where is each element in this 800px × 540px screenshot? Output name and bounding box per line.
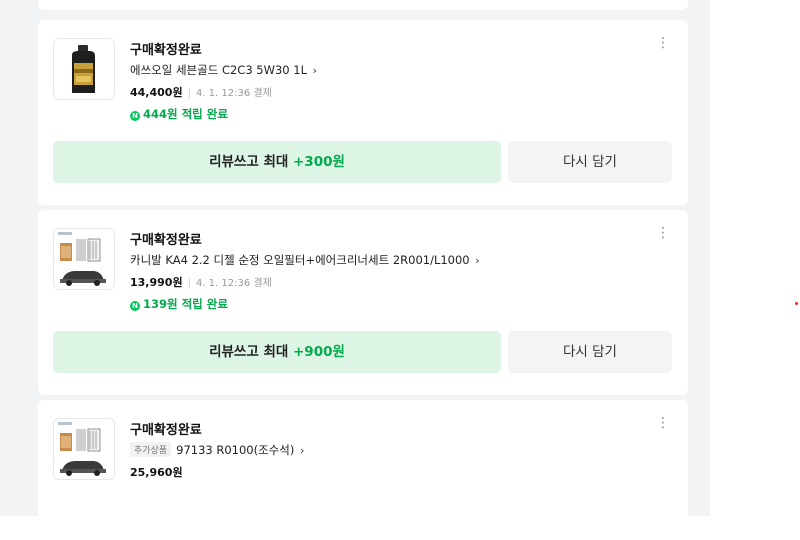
add-to-cart-again-button[interactable]: 다시 담기 [508, 331, 672, 373]
review-label: 리뷰쓰고 최대 [209, 154, 293, 170]
write-review-button[interactable]: 리뷰쓰고 최대 +900원 [53, 331, 501, 373]
naver-point-icon: N [130, 301, 140, 311]
order-status: 구매확정완료 [130, 43, 202, 58]
indicator-dot [795, 302, 798, 305]
naver-point-icon: N [130, 111, 140, 121]
price-line: 25,960원 [130, 464, 183, 480]
point-text: 444원 적립 완료 [143, 107, 228, 121]
more-options-icon[interactable]: ⋮ [656, 226, 670, 240]
review-bonus: +300원 [293, 154, 345, 170]
product-price: 13,990원 [130, 276, 183, 289]
product-price: 25,960원 [130, 466, 183, 479]
review-label: 리뷰쓰고 최대 [209, 344, 293, 360]
product-thumbnail[interactable] [53, 418, 115, 480]
payment-date: 4. 1. 12:36 결제 [195, 278, 272, 289]
product-price: 44,400원 [130, 86, 183, 99]
point-text: 139원 적립 완료 [143, 297, 228, 311]
write-review-button[interactable]: 리뷰쓰고 최대 +300원 [53, 141, 501, 183]
point-earned: N 444원 적립 완료 [130, 106, 228, 122]
filter-set-image [58, 422, 106, 476]
chevron-right-icon: › [475, 254, 480, 267]
payment-date: 4. 1. 12:36 결제 [195, 88, 272, 99]
product-title: 카니발 KA4 2.2 디젤 순정 오일필터+에어크리너세트 2R001/L10… [130, 253, 470, 267]
product-title: 에쓰오일 세븐골드 C2C3 5W30 1L [130, 63, 307, 77]
review-bonus: +900원 [293, 344, 345, 360]
more-options-icon[interactable]: ⋮ [656, 416, 670, 430]
price-line: 44,400원 | 4. 1. 12:36 결제 [130, 84, 272, 100]
order-card: 구매확정완료 카니발 KA4 2.2 디젤 순정 오일필터+에어크리너세트 2R… [38, 210, 688, 395]
order-card: 구매확정완료 에쓰오일 세븐골드 C2C3 5W30 1L › 44,400원 |… [38, 20, 688, 205]
product-title-link[interactable]: 추가상품 97133 R0100(조수석) › [130, 442, 304, 458]
order-status: 구매확정완료 [130, 423, 202, 438]
point-earned: N 139원 적립 완료 [130, 296, 228, 312]
add-to-cart-again-button[interactable]: 다시 담기 [508, 141, 672, 183]
product-title-link[interactable]: 카니발 KA4 2.2 디젤 순정 오일필터+에어크리너세트 2R001/L10… [130, 252, 480, 268]
divider: | [187, 88, 191, 99]
price-line: 13,990원 | 4. 1. 12:36 결제 [130, 274, 272, 290]
filter-set-image [58, 232, 106, 286]
product-thumbnail[interactable] [53, 228, 115, 290]
order-card: 구매확정완료 추가상품 97133 R0100(조수석) › 25,960원 ⋮ [38, 400, 688, 540]
chevron-right-icon: › [300, 444, 305, 457]
more-options-icon[interactable]: ⋮ [656, 36, 670, 50]
order-status: 구매확정완료 [130, 233, 202, 248]
chevron-right-icon: › [312, 64, 318, 77]
divider: | [187, 278, 191, 289]
product-thumbnail[interactable] [53, 38, 115, 100]
add-on-product-tag: 추가상품 [130, 442, 172, 457]
previous-order-card-bottom [38, 0, 688, 10]
product-title-link[interactable]: 에쓰오일 세븐골드 C2C3 5W30 1L › [130, 62, 317, 78]
oil-bottle-image [72, 45, 95, 93]
product-title: 97133 R0100(조수석) [176, 443, 295, 457]
